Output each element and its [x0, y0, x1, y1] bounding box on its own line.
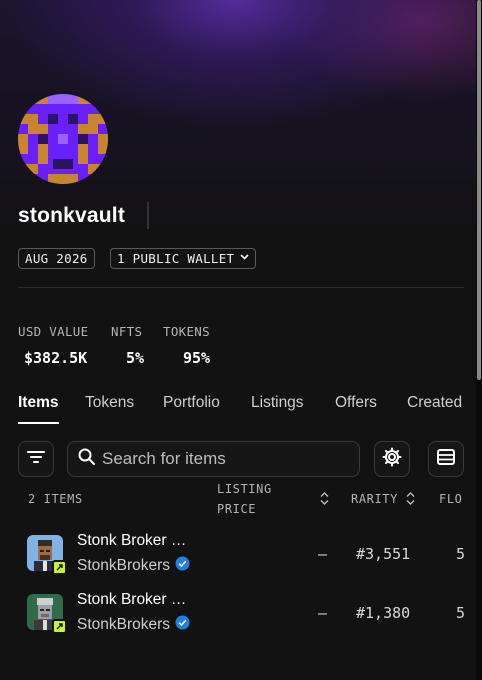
- item-rarity: #3,551: [356, 545, 411, 563]
- table-view-button[interactable]: [428, 441, 464, 477]
- col-header-listing-price[interactable]: PRICE: [217, 502, 256, 516]
- item-name[interactable]: Stonk Broker …: [77, 591, 186, 609]
- sort-icon[interactable]: [406, 492, 415, 510]
- profile-avatar: [18, 94, 108, 184]
- collection-name: StonkBrokers: [77, 616, 171, 633]
- stat-value-nfts: 5%: [126, 349, 145, 367]
- tab-offers[interactable]: Offers: [335, 394, 377, 412]
- chevron-down-icon: [240, 249, 249, 268]
- table-view-icon: [437, 448, 455, 470]
- sort-icon[interactable]: [320, 492, 329, 510]
- item-collection[interactable]: StonkBrokers: [77, 615, 190, 635]
- items-count: 2 ITEMS: [28, 492, 83, 506]
- profile-page: stonkvault AUG 2026 1 PUBLIC WALLET USD …: [0, 0, 482, 680]
- gear-icon: [382, 447, 402, 472]
- search-input[interactable]: [102, 449, 342, 469]
- item-name[interactable]: Stonk Broker …: [77, 532, 186, 550]
- table-row[interactable]: Stonk Broker … StonkBrokers – #1,380 5: [0, 587, 466, 637]
- col-header-rarity[interactable]: RARITY: [351, 492, 398, 506]
- item-collection[interactable]: StonkBrokers: [77, 556, 190, 576]
- section-divider: [18, 287, 464, 288]
- verified-icon: [175, 615, 190, 635]
- active-tab-indicator: [18, 422, 59, 424]
- item-badge: [52, 560, 67, 575]
- col-header-listing[interactable]: LISTING: [217, 482, 272, 496]
- item-floor: 5: [456, 545, 466, 563]
- verified-icon: [175, 556, 190, 576]
- joined-date-chip: AUG 2026: [18, 248, 95, 269]
- item-rarity: #1,380: [356, 604, 411, 622]
- search-box: [67, 441, 360, 477]
- stat-label-tokens: TOKENS: [163, 324, 210, 339]
- item-floor: 5: [456, 604, 466, 622]
- scrollbar[interactable]: [476, 0, 482, 680]
- wallets-dropdown[interactable]: 1 PUBLIC WALLET: [110, 248, 257, 269]
- scrollbar-thumb[interactable]: [477, 0, 481, 380]
- stat-value-tokens: 95%: [183, 349, 211, 367]
- tab-listings[interactable]: Listings: [251, 394, 304, 412]
- col-header-floor[interactable]: FLO: [439, 492, 462, 506]
- filter-button[interactable]: [18, 441, 54, 477]
- stat-label-nfts: NFTS: [111, 324, 143, 339]
- stat-value-usd-value: $382.5K: [24, 349, 88, 367]
- profile-username: stonkvault: [18, 204, 126, 227]
- table-row[interactable]: Stonk Broker … StonkBrokers – #3,551 5: [0, 528, 466, 578]
- tab-items[interactable]: Items: [18, 394, 59, 412]
- item-listing-price: –: [318, 604, 328, 622]
- stat-label-usd-value: USD VALUE: [18, 324, 89, 339]
- settings-button[interactable]: [374, 441, 410, 477]
- item-listing-price: –: [318, 545, 328, 563]
- collection-name: StonkBrokers: [77, 557, 171, 574]
- search-icon: [78, 448, 95, 470]
- item-badge: [52, 619, 67, 634]
- name-divider: [147, 202, 149, 229]
- wallets-label: 1 PUBLIC WALLET: [117, 251, 235, 266]
- tab-created[interactable]: Created: [407, 394, 462, 412]
- tab-portfolio[interactable]: Portfolio: [163, 394, 220, 412]
- filter-icon: [27, 450, 45, 469]
- tab-tokens[interactable]: Tokens: [85, 394, 134, 412]
